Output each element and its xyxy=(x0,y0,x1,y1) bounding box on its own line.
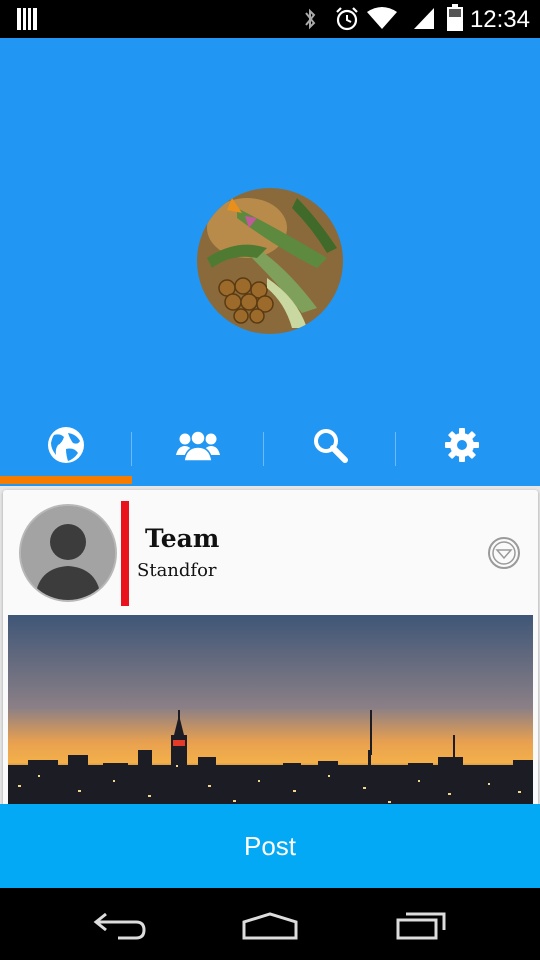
card-subtitle: Standfor xyxy=(137,560,217,581)
recents-icon[interactable] xyxy=(394,908,450,942)
gear-icon xyxy=(445,428,479,462)
navigation-bar xyxy=(0,888,540,960)
alarm-icon xyxy=(336,7,358,31)
chevron-down-icon[interactable] xyxy=(487,536,521,570)
city-skyline-photo[interactable] xyxy=(8,615,533,820)
post-button[interactable]: Post xyxy=(0,804,540,888)
battery-icon xyxy=(447,4,463,31)
signal-icon xyxy=(414,8,434,29)
home-icon[interactable] xyxy=(240,910,300,940)
user-placeholder-icon xyxy=(21,506,115,600)
clock: 12:34 xyxy=(469,6,530,33)
status-bar: 12:34 xyxy=(0,0,540,38)
avatar[interactable] xyxy=(19,504,117,602)
notification-icon xyxy=(17,8,37,30)
profile-photo[interactable] xyxy=(197,188,343,334)
bluetooth-icon xyxy=(305,8,316,30)
post-button-label: Post xyxy=(243,830,297,861)
tab-search[interactable] xyxy=(264,410,396,480)
accent-bar xyxy=(121,501,129,606)
globe-icon xyxy=(48,427,84,463)
post-card[interactable]: Team Standfor xyxy=(3,490,538,820)
search-icon xyxy=(314,429,348,463)
tab-bar xyxy=(0,410,540,480)
tab-indicator xyxy=(0,476,132,484)
wifi-icon xyxy=(367,7,397,29)
people-icon xyxy=(176,430,220,461)
tab-settings[interactable] xyxy=(396,410,528,480)
tab-globe[interactable] xyxy=(0,410,132,480)
tab-people[interactable] xyxy=(132,410,264,480)
back-icon[interactable] xyxy=(92,910,148,940)
card-title: Team xyxy=(145,524,220,553)
